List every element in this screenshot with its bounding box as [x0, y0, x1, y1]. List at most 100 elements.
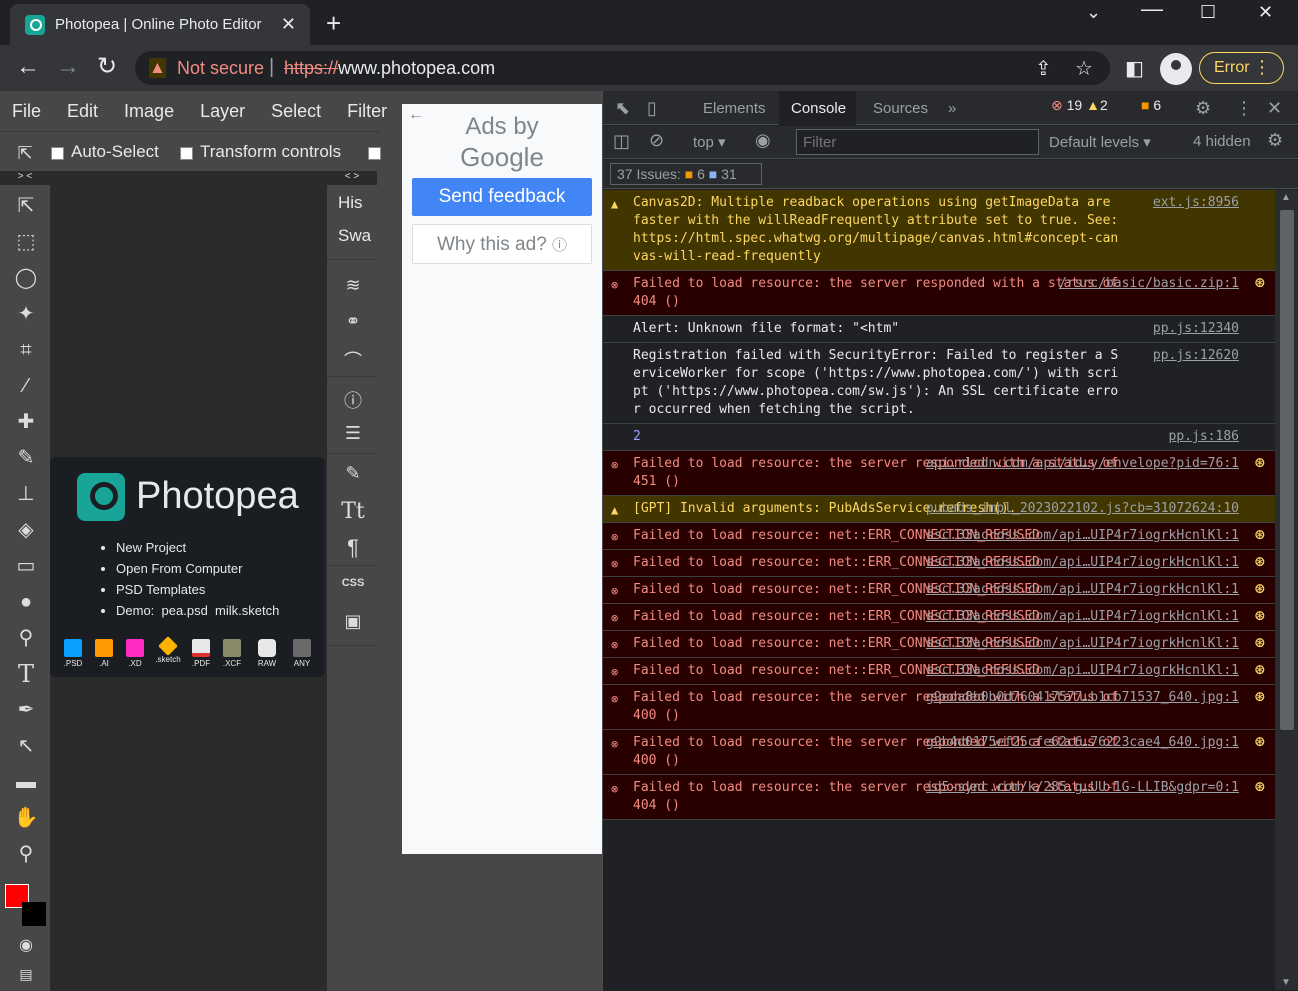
network-request-icon[interactable]: ⊛	[1255, 526, 1265, 544]
console-message[interactable]: Registration failed with SecurityError: …	[603, 343, 1275, 424]
magic-wand-icon[interactable]: ✦	[13, 301, 39, 327]
console-message[interactable]: ▲ [GPT] Invalid arguments: PubAdsService.…	[603, 496, 1275, 523]
source-link[interactable]: pp.js:186	[1169, 428, 1239, 446]
transform-controls-checkbox[interactable]	[180, 147, 193, 160]
crop-tool-icon[interactable]: ⌗	[13, 337, 39, 363]
source-link[interactable]: id5-sync.com/k/285.g…UU-1G-LLIB&gdpr=0:1	[926, 779, 1239, 797]
url-text[interactable]: https://www.photopea.com	[284, 58, 495, 79]
layers-icon[interactable]: ≋	[339, 275, 367, 299]
browser-tab[interactable]: Photopea | Online Photo Editor ✕	[10, 4, 310, 45]
side-panel-icon[interactable]: ◧	[1125, 56, 1144, 81]
address-bar[interactable]: ▲ Not secure | https://www.photopea.com …	[135, 51, 1110, 85]
source-link[interactable]: pp.js:12620	[1153, 347, 1239, 365]
profile-avatar[interactable]	[1160, 53, 1192, 85]
source-link[interactable]: api.rlcdn.com/api/id…y/envelope?pid=76:1	[926, 455, 1239, 473]
gradient-tool-icon[interactable]: ▭	[13, 553, 39, 579]
menu-select[interactable]: Select	[271, 101, 321, 122]
type-tool-icon[interactable]: T	[13, 661, 39, 687]
network-request-icon[interactable]: ⊛	[1255, 634, 1265, 652]
console-message[interactable]: ⊗ Failed to load resource: the server res…	[603, 685, 1275, 730]
maximize-button[interactable]: ☐	[1200, 2, 1216, 23]
console-message[interactable]: ⊗ Failed to load resource: net::ERR_CONNE…	[603, 658, 1275, 685]
source-link[interactable]: /rsrc/basic/basic.zip:1	[1059, 275, 1239, 293]
source-link[interactable]: ssc.33across.com/api…UIP4r7iogrkHcnlKl:1	[926, 581, 1239, 599]
quick-mask-icon[interactable]: ◉	[13, 933, 39, 959]
paragraph-icon[interactable]: ¶	[339, 535, 367, 560]
paths-icon[interactable]: ⌒	[339, 347, 367, 371]
collapse-left-toggle[interactable]: > <	[0, 171, 50, 185]
settings-gear-icon[interactable]: ⚙	[1195, 98, 1211, 119]
healing-brush-icon[interactable]: ✚	[13, 409, 39, 435]
history-panel-tab[interactable]: His	[338, 193, 363, 213]
shape-tool-icon[interactable]: ▬	[13, 769, 39, 795]
hand-tool-icon[interactable]: ✋	[13, 805, 39, 831]
blur-tool-icon[interactable]: ●	[13, 589, 39, 615]
network-request-icon[interactable]: ⊛	[1255, 688, 1265, 706]
source-link[interactable]: ssc.33across.com/api…UIP4r7iogrkHcnlKl:1	[926, 554, 1239, 572]
tab-elements[interactable]: Elements	[703, 100, 766, 117]
not-secure-label[interactable]: Not secure	[177, 58, 264, 79]
eyedropper-icon[interactable]: ⁄	[13, 373, 39, 399]
source-link[interactable]: g9eda8b0b0d760417577…b1cb71537_640.jpg:1	[926, 689, 1239, 707]
extra-option-checkbox[interactable]	[368, 147, 381, 160]
sidebar-toggle-icon[interactable]: ◫	[613, 131, 630, 152]
console-settings-icon[interactable]: ⚙	[1267, 130, 1283, 151]
forward-button[interactable]: →	[56, 54, 80, 80]
auto-select-checkbox[interactable]	[51, 147, 64, 160]
swatches-panel-tab[interactable]: Swa	[338, 226, 371, 246]
info-icon[interactable]: ⓘ	[339, 387, 367, 411]
collapse-right-toggle[interactable]: < >	[327, 171, 377, 185]
lasso-tool-icon[interactable]: ◯	[13, 265, 39, 291]
error-warning-counter[interactable]: ⊗ 19 ▲2	[1051, 97, 1141, 119]
console-scrollbar[interactable]: ▲ ▼	[1275, 190, 1298, 990]
pen-tool-icon[interactable]: ✒	[13, 697, 39, 723]
console-message[interactable]: ⊗ Failed to load resource: the server res…	[603, 271, 1275, 316]
scroll-thumb[interactable]	[1280, 210, 1294, 730]
close-window-button[interactable]: ✕	[1258, 2, 1273, 23]
console-message[interactable]: ⊗ Failed to load resource: net::ERR_CONNE…	[603, 577, 1275, 604]
network-request-icon[interactable]: ⊛	[1255, 661, 1265, 679]
source-link[interactable]: pp.js:12340	[1153, 320, 1239, 338]
css-icon[interactable]: CSS	[339, 577, 367, 601]
network-request-icon[interactable]: ⊛	[1255, 607, 1265, 625]
source-link[interactable]: ssc.33across.com/api…UIP4r7iogrkHcnlKl:1	[926, 608, 1239, 626]
reload-button[interactable]: ↻	[97, 54, 117, 80]
menu-filter[interactable]: Filter	[347, 101, 387, 122]
demo-milk-sketch-link[interactable]: milk.sketch	[215, 603, 279, 618]
adjustments-icon[interactable]: ☰	[339, 423, 367, 447]
scroll-down-icon[interactable]: ▼	[1281, 977, 1291, 988]
menu-image[interactable]: Image	[124, 101, 174, 122]
context-selector[interactable]: top ▾	[693, 133, 726, 151]
network-request-icon[interactable]: ⊛	[1255, 454, 1265, 472]
close-tab-icon[interactable]: ✕	[281, 14, 296, 35]
scroll-up-icon[interactable]: ▲	[1281, 192, 1291, 203]
source-link[interactable]: ssc.33across.com/api…UIP4r7iogrkHcnlKl:1	[926, 662, 1239, 680]
error-button[interactable]: Error ⋮	[1199, 52, 1284, 84]
demo-pea-psd-link[interactable]: pea.psd	[162, 603, 208, 618]
clear-console-icon[interactable]: ⊘	[649, 130, 664, 151]
tab-console[interactable]: Console	[791, 100, 846, 117]
menu-layer[interactable]: Layer	[200, 101, 245, 122]
menu-edit[interactable]: Edit	[67, 101, 98, 122]
close-devtools-icon[interactable]: ✕	[1267, 98, 1282, 119]
console-message[interactable]: Alert: Unknown file format: "<htm" pp.js:…	[603, 316, 1275, 343]
menu-file[interactable]: File	[12, 101, 41, 122]
clone-stamp-icon[interactable]: ⊥	[13, 481, 39, 507]
network-request-icon[interactable]: ⊛	[1255, 553, 1265, 571]
network-request-icon[interactable]: ⊛	[1255, 274, 1265, 292]
source-link[interactable]: ssc.33across.com/api…UIP4r7iogrkHcnlKl:1	[926, 527, 1239, 545]
character-icon[interactable]: Tt	[339, 499, 367, 524]
move-tool-icon[interactable]: ⇱	[13, 193, 39, 219]
more-menu-icon[interactable]: ⋮	[1235, 98, 1253, 119]
inspect-element-icon[interactable]: ⬉	[615, 98, 630, 119]
screen-mode-icon[interactable]: ▤	[13, 961, 39, 987]
zoom-tool-icon[interactable]: ⚲	[13, 841, 39, 867]
why-this-ad-button[interactable]: Why this ad? ⓘ	[412, 224, 592, 264]
tab-sources[interactable]: Sources	[873, 100, 928, 117]
network-request-icon[interactable]: ⊛	[1255, 580, 1265, 598]
tab-search-icon[interactable]: ⌄	[1086, 2, 1101, 23]
device-toolbar-icon[interactable]: ▯	[647, 98, 657, 119]
issues-counter[interactable]: ■ 6	[1141, 97, 1179, 119]
live-expression-eye-icon[interactable]: ◉	[755, 130, 771, 151]
more-tabs-icon[interactable]: »	[948, 100, 956, 117]
